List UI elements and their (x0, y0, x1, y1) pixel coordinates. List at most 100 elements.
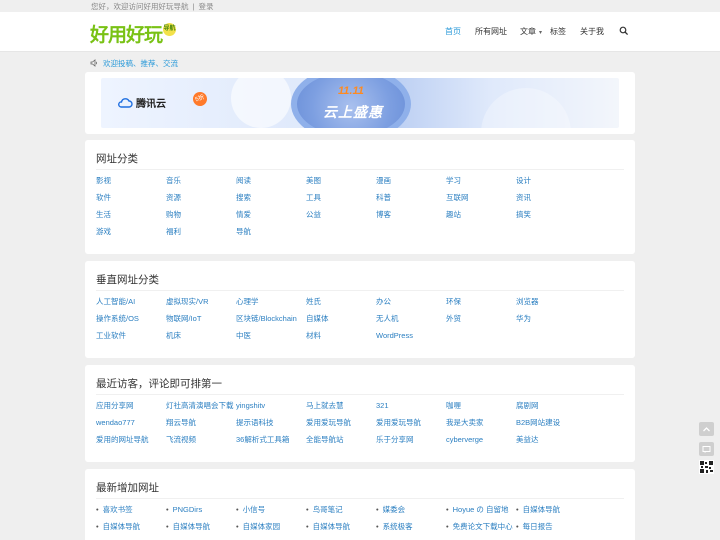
site-link[interactable]: 华为 (516, 313, 586, 330)
categories-card: 网址分类 影视 音乐 阅读 美图 漫画 学习 设计 软件 资源 搜索 工具 科普 互联网 资讯 生活 购物 情爱… (85, 140, 635, 254)
site-link[interactable]: 媒委会 (376, 504, 446, 521)
site-link[interactable]: 情爱 (236, 209, 306, 226)
divider: | (192, 2, 195, 11)
site-link[interactable]: 自媒体 (306, 313, 376, 330)
site-link[interactable]: 全能导航站 (306, 434, 376, 451)
notice-link[interactable]: 欢迎投稿、推荐、交流 (103, 58, 178, 69)
site-link[interactable]: 科普 (376, 192, 446, 209)
site-link[interactable]: 飞流视频 (166, 434, 236, 451)
site-link[interactable]: 36解析式工具箱 (236, 434, 306, 451)
site-link[interactable]: 学习 (446, 175, 516, 192)
site-link[interactable]: B2B网站建设 (516, 417, 586, 434)
site-link[interactable]: 无人机 (376, 313, 446, 330)
site-link[interactable]: 提示语科技 (236, 417, 306, 434)
site-link[interactable]: 浏览器 (516, 296, 586, 313)
site-link[interactable]: 自媒体导航 (96, 521, 166, 538)
site-link[interactable]: 漫画 (376, 175, 446, 192)
site-link[interactable]: 操作系统/OS (96, 313, 166, 330)
site-link[interactable]: 灯社高清演唱会下载 (166, 400, 236, 417)
site-link[interactable]: 资讯 (516, 192, 586, 209)
site-link[interactable]: 自媒体家园 (236, 521, 306, 538)
site-link[interactable]: 自媒体导航 (306, 521, 376, 538)
divider (96, 290, 624, 291)
site-link[interactable]: cyberverge (446, 434, 516, 451)
site-link[interactable]: 办公 (376, 296, 446, 313)
site-link[interactable]: 中医 (236, 330, 306, 347)
site-link[interactable]: 工具 (306, 192, 376, 209)
site-link[interactable]: 爱用爱玩导航 (306, 417, 376, 434)
site-link[interactable]: Hoyue の 自留地 (446, 504, 516, 521)
site-link[interactable]: 马上就去慧 (306, 400, 376, 417)
site-link[interactable]: 机床 (166, 330, 236, 347)
site-link[interactable]: 心理学 (236, 296, 306, 313)
site-link[interactable]: 姓氏 (306, 296, 376, 313)
site-link[interactable]: 设计 (516, 175, 586, 192)
site-link[interactable]: 物联网/IoT (166, 313, 236, 330)
banner-headline: 云上盛惠 (323, 104, 383, 120)
site-link[interactable]: 博客 (376, 209, 446, 226)
site-link[interactable]: 软件 (96, 192, 166, 209)
site-link[interactable]: 鸟哥笔记 (306, 504, 376, 521)
site-link[interactable]: 搜索 (236, 192, 306, 209)
site-link[interactable]: 互联网 (446, 192, 516, 209)
site-link[interactable]: wendao777 (96, 417, 166, 434)
site-link[interactable]: 公益 (306, 209, 376, 226)
site-link[interactable]: 虚拟现实/VR (166, 296, 236, 313)
site-link[interactable]: 乐于分享网 (376, 434, 446, 451)
site-link[interactable]: 美益达 (516, 434, 586, 451)
site-link[interactable]: 福利 (166, 226, 236, 243)
site-link[interactable]: PNGDirs (166, 504, 236, 521)
site-link[interactable]: 腐剧网 (516, 400, 586, 417)
site-link[interactable]: 音乐 (166, 175, 236, 192)
nav-articles[interactable]: 文章 ▾ (520, 26, 542, 37)
site-link[interactable]: 影视 (96, 175, 166, 192)
site-link[interactable]: 搞笑 (516, 209, 586, 226)
nav-all-sites[interactable]: 所有网址 (475, 26, 507, 37)
login-link[interactable]: 登录 (198, 2, 213, 11)
site-link[interactable]: yingshitv (236, 400, 306, 417)
site-link[interactable]: 生活 (96, 209, 166, 226)
site-link[interactable]: 321 (376, 400, 446, 417)
site-link[interactable]: 爱用爱玩导航 (376, 417, 446, 434)
site-link[interactable]: 阅读 (236, 175, 306, 192)
site-link[interactable]: 资源 (166, 192, 236, 209)
site-link[interactable]: 每日报告 (516, 521, 586, 538)
site-link[interactable]: 购物 (166, 209, 236, 226)
site-link[interactable]: 导航 (236, 226, 306, 243)
site-link[interactable]: 工业软件 (96, 330, 166, 347)
site-link[interactable]: 我是大卖家 (446, 417, 516, 434)
site-link[interactable]: 自媒体导航 (516, 504, 586, 521)
site-link[interactable]: 自媒体导航 (166, 521, 236, 538)
site-link[interactable]: 爱用的网址导航 (96, 434, 166, 451)
site-link[interactable]: 应用分享网 (96, 400, 166, 417)
site-link[interactable]: 人工智能/AI (96, 296, 166, 313)
message-icon[interactable] (699, 442, 714, 456)
chevron-up-icon[interactable] (699, 422, 714, 436)
card-title: 最新增加网址 (96, 482, 159, 494)
chevron-down-icon: ▾ (539, 30, 543, 36)
banner-decoration (231, 78, 291, 128)
site-link[interactable]: 游戏 (96, 226, 166, 243)
site-link[interactable]: 系统极客 (376, 521, 446, 538)
site-link[interactable]: WordPress (376, 330, 446, 347)
nav-home[interactable]: 首页 (445, 26, 461, 37)
site-logo[interactable]: 好用好玩 导航 (90, 21, 177, 46)
nav-tags[interactable]: 标签 (550, 26, 566, 37)
promo-banner[interactable]: 腾讯云 5折 11.11 云上盛惠 (101, 78, 619, 128)
site-link[interactable]: 环保 (446, 296, 516, 313)
site-link[interactable]: 翔云导航 (166, 417, 236, 434)
nav-about[interactable]: 关于我 (580, 26, 604, 37)
site-link[interactable]: 趣站 (446, 209, 516, 226)
site-link[interactable]: 喜欢书签 (96, 504, 166, 521)
site-link[interactable]: 免费论文下载中心 (446, 521, 516, 538)
qr-code-icon[interactable] (699, 460, 714, 474)
site-link[interactable]: 材料 (306, 330, 376, 347)
newest-sites-card: 最新增加网址 喜欢书签PNGDirs小信号鸟哥笔记媒委会Hoyue の 自留地自… (85, 469, 635, 540)
site-link[interactable]: 美图 (306, 175, 376, 192)
site-link[interactable]: 外贸 (446, 313, 516, 330)
search-icon[interactable] (619, 26, 629, 36)
site-link[interactable]: 咖喱 (446, 400, 516, 417)
site-link[interactable]: 小信号 (236, 504, 306, 521)
card-title: 垂直网址分类 (96, 274, 159, 286)
site-link[interactable]: 区块链/Blockchain (236, 313, 306, 330)
